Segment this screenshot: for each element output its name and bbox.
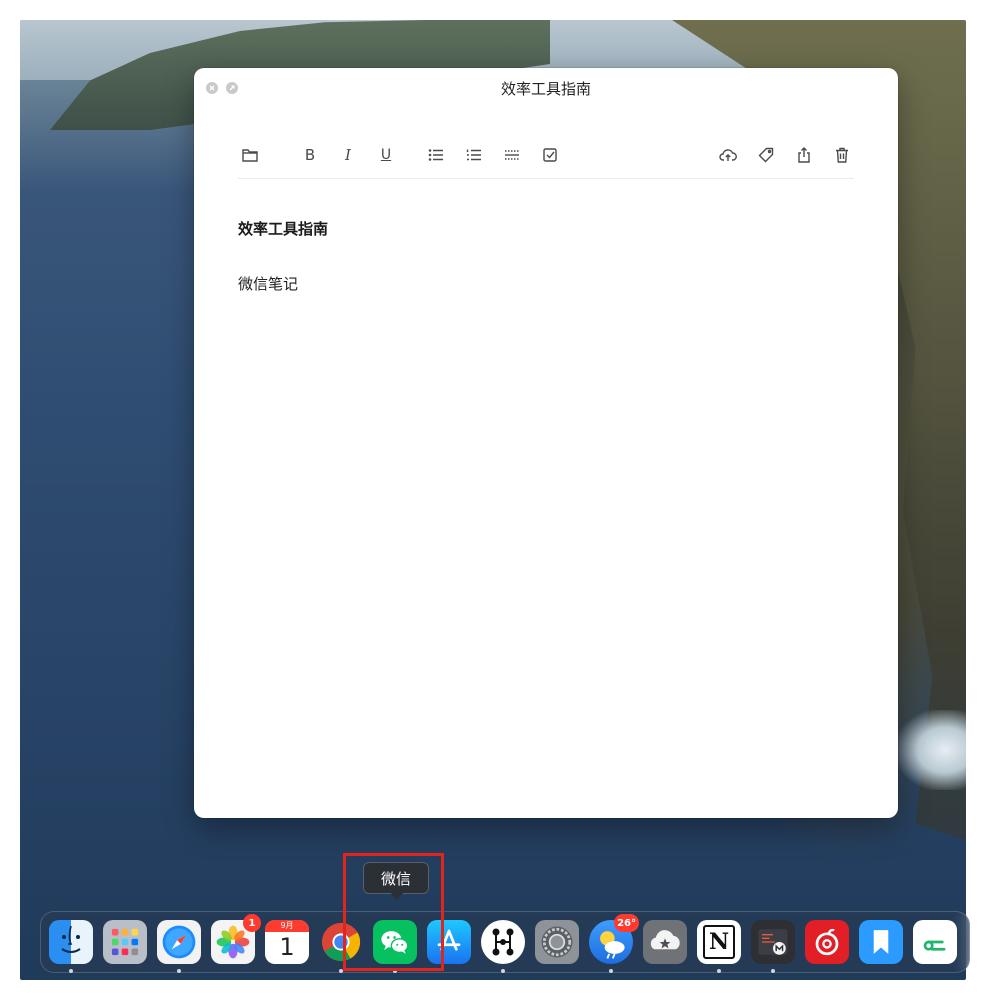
italic-button[interactable]: I (336, 143, 360, 167)
checkbox-icon[interactable] (538, 143, 562, 167)
note-body[interactable]: 微信笔记 (238, 273, 298, 294)
note-heading[interactable]: 效率工具指南 (238, 218, 328, 239)
share-icon[interactable] (792, 143, 816, 167)
calendar-month: 9月 (265, 920, 309, 932)
cloud-star-icon[interactable] (643, 920, 687, 964)
system-preferences-icon[interactable] (535, 920, 579, 964)
tag-icon[interactable] (754, 143, 778, 167)
running-indicator (69, 969, 73, 973)
safari-icon[interactable] (157, 920, 201, 964)
running-indicator (501, 969, 505, 973)
divider-line-icon[interactable] (500, 143, 524, 167)
notion-icon[interactable]: N (697, 920, 741, 964)
underline-icon: U (380, 147, 392, 163)
numbered-list-icon[interactable] (462, 143, 486, 167)
notification-badge: 1 (243, 914, 261, 932)
green-app-icon[interactable] (913, 920, 957, 964)
running-indicator (177, 969, 181, 973)
running-indicator (771, 969, 775, 973)
launchpad-icon[interactable] (103, 920, 147, 964)
netease-music-icon[interactable] (805, 920, 849, 964)
toolbar-divider (238, 178, 854, 179)
markdown-editor-icon[interactable] (751, 920, 795, 964)
cloud-upload-icon[interactable] (716, 143, 740, 167)
bold-button[interactable]: B (298, 143, 322, 167)
editor-toolbar: B I U (238, 140, 854, 170)
calendar-day: 1 (279, 933, 295, 961)
wechat-highlight-box (343, 853, 444, 971)
window-title: 效率工具指南 (500, 80, 591, 98)
photos-icon[interactable]: 1 (211, 914, 261, 964)
dock: 1 9月 1 26° N (40, 911, 970, 973)
underline-button[interactable]: U (374, 143, 398, 167)
wallpaper-surf (896, 710, 966, 790)
italic-icon: I (345, 146, 351, 164)
trash-icon[interactable] (830, 143, 854, 167)
weather-icon[interactable]: 26° (589, 914, 639, 964)
folder-icon[interactable] (238, 143, 262, 167)
note-window: 效率工具指南 B I U 效率工具指南 微信笔记 (194, 68, 898, 818)
bullet-list-icon[interactable] (424, 143, 448, 167)
bold-icon: B (304, 146, 316, 164)
running-indicator (717, 969, 721, 973)
mindmap-icon[interactable] (481, 920, 525, 964)
notion-letter: N (708, 929, 730, 955)
calendar-icon[interactable]: 9月 1 (265, 920, 309, 964)
running-indicator (609, 969, 613, 973)
bookmark-icon[interactable] (859, 920, 903, 964)
finder-icon[interactable] (49, 920, 93, 964)
notion-logo: N (703, 925, 735, 959)
weather-temperature-badge: 26° (614, 914, 639, 932)
